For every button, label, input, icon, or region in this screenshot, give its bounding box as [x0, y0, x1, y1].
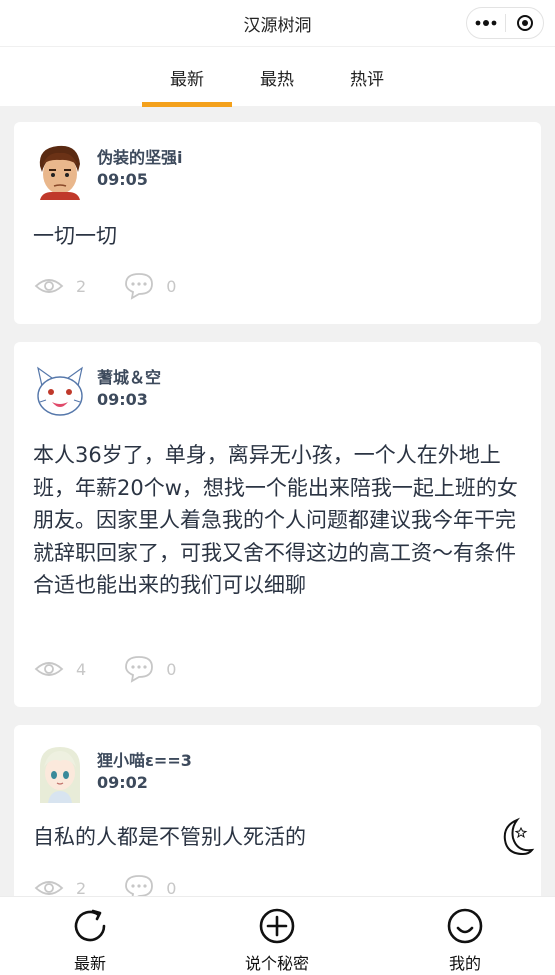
- anime-girl-avatar: [40, 747, 80, 803]
- moon-icon[interactable]: [495, 816, 535, 858]
- nav-mine-label: 我的: [448, 954, 481, 973]
- tab-bar: 最新 最热 热评: [0, 46, 555, 107]
- post-time: 09:03: [97, 390, 148, 409]
- nav-tell-secret-label: 说个秘密: [244, 954, 309, 973]
- target-icon: [516, 15, 533, 31]
- nav-tell-secret[interactable]: 说个秘密: [222, 897, 332, 975]
- bottom-nav: 最新 说个秘密 我的: [0, 896, 555, 975]
- nav-latest[interactable]: 最新: [35, 897, 145, 975]
- comments-stat[interactable]: 0: [124, 272, 176, 300]
- comments-count: 0: [166, 659, 177, 679]
- title-bar: 汉源树洞: [0, 0, 555, 46]
- eye-icon: [34, 279, 64, 293]
- post-card[interactable]: 狸小喵ε==3 09:02 自私的人都是不管别人死活的 2 0: [14, 725, 541, 925]
- post-content: 一切一切: [33, 224, 117, 248]
- nav-latest-label: 最新: [73, 954, 106, 973]
- comment-bubble-icon: [125, 273, 154, 300]
- post-content: 本人36岁了，单身，离异无小孩，一个人在外地上班，年薪20个w，想找一个能出来陪…: [33, 443, 518, 597]
- tab-latest[interactable]: 最新: [142, 47, 232, 107]
- eye-icon: [34, 881, 64, 895]
- tab-hottest[interactable]: 最热: [232, 47, 322, 107]
- plus-circle-icon: [259, 908, 295, 944]
- views-count: 2: [76, 276, 87, 296]
- app-title: 汉源树洞: [243, 15, 312, 36]
- views-stat: 2: [34, 878, 86, 898]
- post-stats: 4 0: [34, 654, 176, 684]
- comments-count: 0: [166, 276, 177, 296]
- views-stat: 4: [34, 659, 86, 679]
- comments-count: 0: [166, 878, 177, 898]
- refresh-icon: [74, 909, 106, 942]
- more-dots-icon: [475, 20, 497, 26]
- nav-mine[interactable]: 我的: [410, 897, 520, 975]
- views-count: 4: [76, 659, 87, 679]
- tab-hot-comments[interactable]: 热评: [322, 47, 412, 107]
- post-username[interactable]: 狸小喵ε==3: [97, 747, 192, 771]
- cartoon-boy-avatar: [39, 145, 80, 200]
- post-card[interactable]: 蓍城＆空 09:03 本人36岁了，单身，离异无小孩，一个人在外地上班，年薪20…: [14, 342, 541, 707]
- post-username[interactable]: 蓍城＆空: [97, 364, 161, 388]
- views-stat: 2: [34, 276, 86, 296]
- comments-stat[interactable]: 0: [124, 655, 176, 683]
- views-count: 2: [76, 878, 87, 898]
- post-time: 09:05: [97, 170, 148, 189]
- eye-icon: [34, 662, 64, 676]
- comment-bubble-icon: [125, 656, 154, 683]
- close-button[interactable]: [506, 14, 543, 32]
- post-content: 自私的人都是不管别人死活的: [33, 825, 306, 849]
- white-cat-avatar: [37, 366, 83, 416]
- post-time: 09:02: [97, 773, 148, 792]
- post-username[interactable]: 伪装的坚强i: [97, 144, 183, 168]
- post-card[interactable]: 伪装的坚强i 09:05 一切一切 2 0: [14, 122, 541, 324]
- miniprogram-capsule: [466, 7, 544, 39]
- post-stats: 2 0: [34, 271, 176, 301]
- smile-icon: [447, 908, 483, 944]
- more-button[interactable]: [467, 20, 505, 26]
